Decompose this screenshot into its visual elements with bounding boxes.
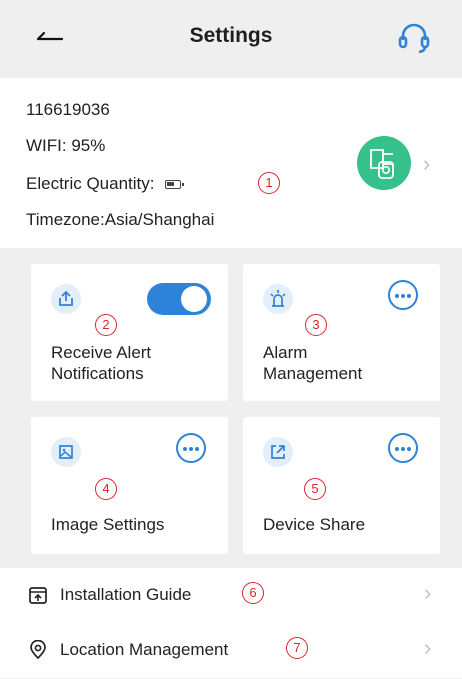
battery-low-icon xyxy=(164,180,184,190)
card-label: Device Share xyxy=(263,515,366,534)
alarm-more-button[interactable] xyxy=(388,280,418,310)
menu-location-management[interactable]: Location Management 7 › xyxy=(0,623,462,678)
location-pin-icon xyxy=(30,640,46,660)
callout-marker-2: 2 xyxy=(95,314,117,336)
share-icon xyxy=(263,437,293,467)
card-label: Receive Alert Notifications xyxy=(51,343,152,383)
electric-quantity-label: Electric Quantity: xyxy=(26,174,155,193)
callout-marker-7: 7 xyxy=(286,637,308,659)
device-share-more-button[interactable] xyxy=(388,433,418,463)
card-alarm-management[interactable]: 3 Alarm Management xyxy=(243,264,440,401)
device-avatar[interactable] xyxy=(357,136,411,190)
callout-marker-6: 6 xyxy=(242,582,264,604)
card-label: Alarm Management xyxy=(263,343,363,383)
header-bar: Settings xyxy=(0,0,462,78)
wifi-strength: WIFI: 95% xyxy=(26,136,106,155)
chevron-right-icon: › xyxy=(424,580,432,605)
callout-marker-1: 1 xyxy=(258,172,280,194)
card-image-settings[interactable]: 4 Image Settings xyxy=(31,417,228,554)
page-title: Settings xyxy=(189,24,273,47)
device-detail-chevron-icon: › xyxy=(423,151,431,176)
installation-guide-icon xyxy=(29,587,47,604)
electric-quantity-row: Electric Quantity: xyxy=(26,174,184,194)
menu-installation-guide[interactable]: Installation Guide 6 › xyxy=(0,568,462,623)
card-receive-alert[interactable]: 2 Receive Alert Notifications xyxy=(31,264,228,401)
camera-icon xyxy=(370,149,394,179)
callout-marker-4: 4 xyxy=(95,478,117,500)
timezone: Timezone:Asia/Shanghai xyxy=(26,210,215,229)
card-device-share[interactable]: 5 Device Share xyxy=(243,417,440,554)
image-settings-more-button[interactable] xyxy=(176,433,206,463)
chevron-right-icon: › xyxy=(424,635,432,660)
upload-tray-icon xyxy=(51,284,81,314)
image-icon xyxy=(51,437,81,467)
alarm-light-icon xyxy=(263,284,293,314)
card-label: Image Settings xyxy=(51,515,165,534)
menu-label: Installation Guide xyxy=(60,585,192,604)
device-id: 116619036 xyxy=(26,100,110,119)
headset-icon[interactable] xyxy=(394,20,434,56)
menu-label: Location Management xyxy=(60,640,229,659)
callout-marker-5: 5 xyxy=(304,478,326,500)
alert-toggle[interactable] xyxy=(147,283,211,315)
callout-marker-3: 3 xyxy=(305,314,327,336)
